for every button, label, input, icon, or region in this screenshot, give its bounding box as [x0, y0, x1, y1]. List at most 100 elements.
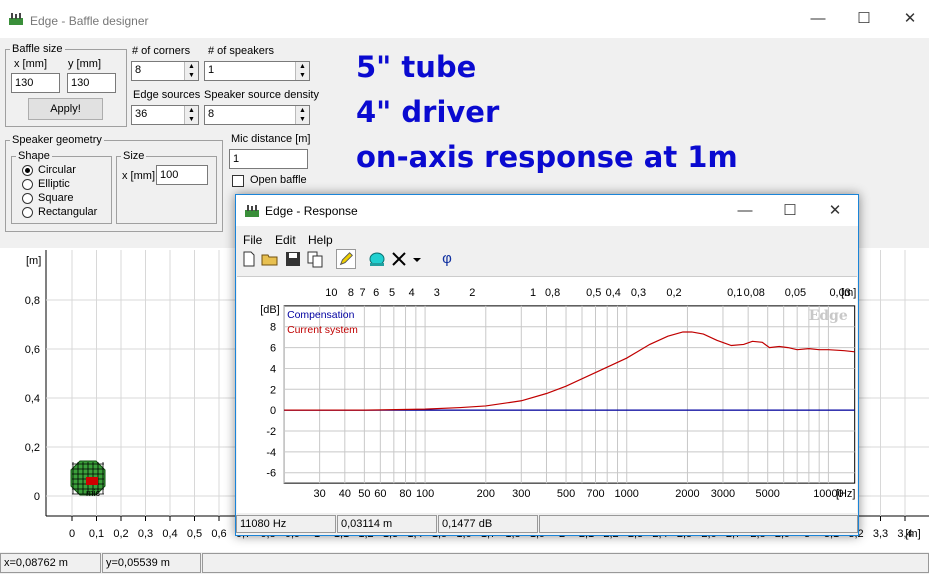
baffle-y-tick: 0: [34, 491, 40, 503]
save-icon[interactable]: [283, 249, 303, 269]
spin-down-icon[interactable]: ▼: [185, 115, 198, 124]
maximize-button[interactable]: ☐: [841, 0, 887, 38]
response-top-tick: 7: [360, 287, 366, 299]
apply-button[interactable]: Apply!: [28, 98, 103, 120]
response-top-tick: 8: [348, 287, 354, 299]
corners-label: # of corners: [132, 45, 191, 57]
response-x-tick: 60: [374, 488, 386, 500]
spin-up-icon[interactable]: ▲: [296, 62, 309, 71]
response-top-tick: 10: [325, 287, 337, 299]
baffle-x-input[interactable]: 130: [11, 73, 60, 93]
shape-radio-circular[interactable]: [22, 165, 33, 176]
response-y-tick: -6: [266, 468, 276, 480]
annotation-line-2: 4" driver: [356, 95, 500, 129]
speaker-density-label: Speaker source density: [204, 89, 319, 101]
response-x-tick: 40: [339, 488, 351, 500]
speaker-icon[interactable]: [367, 249, 387, 269]
speaker-density-spinner[interactable]: 8 ▲ ▼: [204, 105, 310, 125]
edge-sources-spinner[interactable]: 36 ▲ ▼: [131, 105, 199, 125]
spin-up-icon[interactable]: ▲: [296, 106, 309, 115]
new-icon[interactable]: [239, 249, 259, 269]
menu-edit[interactable]: Edit: [275, 233, 296, 247]
response-top-tick: 1: [530, 287, 536, 299]
speakers-spinner[interactable]: 1 ▲ ▼: [204, 61, 310, 81]
response-status-empty: [539, 515, 858, 533]
open-baffle-checkbox[interactable]: [232, 175, 244, 187]
response-title: Edge - Response: [265, 204, 358, 218]
spin-down-icon[interactable]: ▼: [296, 115, 309, 124]
mic-distance-label: Mic distance [m]: [231, 133, 311, 145]
baffle-x-tick: 0,4: [162, 528, 177, 540]
response-x-tick: 30: [314, 488, 326, 500]
close-button[interactable]: ✕: [887, 0, 929, 38]
app-icon: [9, 13, 23, 25]
shape-label-elliptic: Elliptic: [38, 178, 70, 190]
spin-down-icon[interactable]: ▼: [185, 71, 198, 80]
speakers-value: 1: [208, 64, 215, 76]
response-close-button[interactable]: ✕: [812, 195, 858, 226]
shape-radio-rectangular[interactable]: [22, 207, 33, 218]
response-watermark: Edge: [809, 308, 848, 324]
shape-legend: Shape: [18, 150, 50, 162]
response-title-bar: Edge - Response — ☐ ✕: [236, 195, 858, 226]
response-x-tick: 500: [557, 488, 575, 500]
response-top-tick: 0,3: [631, 287, 646, 299]
menu-file[interactable]: File: [243, 233, 262, 247]
response-top-tick: 0,4: [606, 287, 621, 299]
spin-down-icon[interactable]: ▼: [296, 71, 309, 80]
baffle-x-tick: 0,5: [187, 528, 202, 540]
spin-up-icon[interactable]: ▲: [185, 62, 198, 71]
response-y-label: [dB]: [260, 304, 279, 316]
response-top-tick: 0,1: [727, 287, 742, 299]
legend-entry-1: Current system: [287, 325, 358, 336]
baffle-x-label: x [mm]: [14, 58, 47, 70]
response-x-tick: 300: [512, 488, 530, 500]
response-x-label: [Hz]: [836, 488, 855, 500]
response-status-freq: 11080 Hz: [236, 515, 336, 533]
open-icon[interactable]: [260, 249, 280, 269]
corners-value: 8: [135, 64, 142, 76]
mic-distance-input[interactable]: 1: [229, 149, 308, 169]
baffle-size-legend: Baffle size: [12, 43, 63, 55]
status-empty: [202, 553, 929, 573]
baffle-y-input[interactable]: 130: [67, 73, 116, 93]
response-top-tick: 0,2: [666, 287, 681, 299]
corners-spinner[interactable]: 8 ▲ ▼: [131, 61, 199, 81]
response-top-tick: 6: [373, 287, 379, 299]
pen-icon[interactable]: [336, 249, 356, 269]
shape-label-square: Square: [38, 192, 74, 204]
response-x-tick: 100: [416, 488, 434, 500]
response-graph[interactable]: 8 6 4 2 0 -2 -4 -6 [dB] 30 40 50 60 80 100 200 300 500 700…: [237, 276, 857, 513]
response-x-tick: 1000: [615, 488, 639, 500]
speaker-density-value: 8: [208, 108, 215, 120]
response-minimize-button[interactable]: —: [722, 195, 768, 226]
response-top-tick: 0,08: [744, 287, 765, 299]
baffle-y-tick: 0,8: [25, 295, 40, 307]
response-y-tick: 4: [270, 363, 276, 375]
response-status-level: 0,1477 dB: [438, 515, 538, 533]
annotation-line-3: on-axis response at 1m: [356, 140, 738, 174]
baffle-y-tick: 0,2: [25, 442, 40, 454]
baffle-x-unit: [m]: [905, 528, 920, 540]
response-top-unit: [m]: [841, 287, 856, 299]
spin-up-icon[interactable]: ▲: [185, 106, 198, 115]
size-x-input[interactable]: 100: [156, 165, 208, 185]
legend-entry-0: Compensation: [287, 310, 354, 321]
copy-icon[interactable]: [305, 249, 325, 269]
response-y-tick: -4: [266, 447, 276, 459]
delete-icon[interactable]: [389, 249, 409, 269]
response-y-tick: 6: [270, 343, 276, 355]
phase-icon[interactable]: φ: [437, 249, 457, 269]
menu-help[interactable]: Help: [308, 233, 333, 247]
response-maximize-button[interactable]: ☐: [767, 195, 813, 226]
response-x-tick: 2000: [675, 488, 699, 500]
response-top-tick: 0,8: [545, 287, 560, 299]
shape-radio-elliptic[interactable]: [22, 179, 33, 190]
baffle-y-tick: 0,4: [25, 393, 40, 405]
dropdown-icon[interactable]: [410, 249, 424, 269]
baffle-x-tick: 0,1: [89, 528, 104, 540]
minimize-button[interactable]: —: [795, 0, 841, 38]
baffle-y-tick: 0,6: [25, 344, 40, 356]
response-top-tick: 0,05: [785, 287, 806, 299]
shape-radio-square[interactable]: [22, 193, 33, 204]
